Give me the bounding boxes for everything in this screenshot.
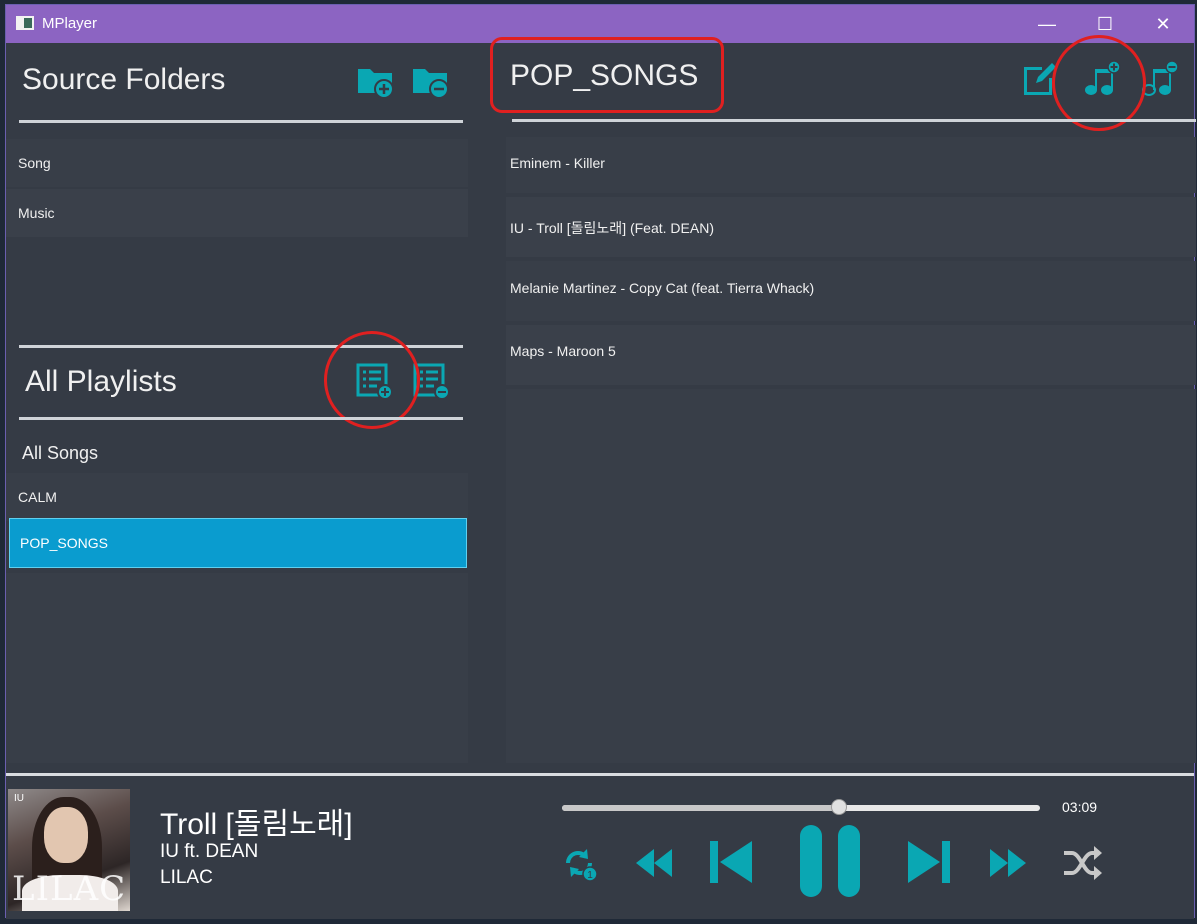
remove-folder-button[interactable] xyxy=(411,61,451,101)
playlist-item-selected[interactable]: POP_SONGS xyxy=(9,518,467,568)
all-songs-item[interactable]: All Songs xyxy=(22,443,98,464)
seek-knob[interactable] xyxy=(831,799,848,815)
folder-minus-icon xyxy=(413,69,449,99)
song-item[interactable]: Melanie Martinez - Copy Cat (feat. Tierr… xyxy=(510,280,814,296)
annotation-circle xyxy=(324,331,420,429)
divider xyxy=(19,120,463,123)
seek-bar[interactable] xyxy=(562,799,1040,815)
player-bar: IU LILAC Troll [돌림노래] IU ft. DEAN LILAC … xyxy=(6,773,1194,919)
source-folders-title: Source Folders xyxy=(22,63,226,96)
now-playing-title: Troll [돌림노래] xyxy=(160,808,353,841)
rewind-icon xyxy=(636,849,672,877)
add-folder-button[interactable] xyxy=(356,61,396,101)
list-row-bg xyxy=(506,137,1196,193)
list-row-bg xyxy=(6,189,468,237)
next-button[interactable] xyxy=(904,837,954,887)
divider xyxy=(512,119,1196,122)
now-playing-artist: IU ft. DEAN xyxy=(160,841,259,862)
seek-fill xyxy=(562,805,840,811)
time-display: 03:09 xyxy=(1062,799,1098,815)
playlist-item-label: POP_SONGS xyxy=(20,535,108,551)
previous-button[interactable] xyxy=(706,837,756,887)
pause-icon xyxy=(800,825,860,897)
forward-button[interactable] xyxy=(986,845,1030,881)
folder-plus-icon xyxy=(358,69,394,99)
shuffle-icon xyxy=(1064,846,1102,880)
album-art-small-text: IU xyxy=(14,793,24,804)
song-item[interactable]: Eminem - Killer xyxy=(510,155,605,171)
fast-forward-icon xyxy=(990,849,1026,877)
list-empty-area xyxy=(6,573,468,763)
now-playing-album: LILAC xyxy=(160,867,213,888)
album-art-text: LILAC xyxy=(12,869,127,909)
divider xyxy=(19,417,463,420)
source-folder-item[interactable]: Music xyxy=(18,205,55,221)
source-folder-item[interactable]: Song xyxy=(18,155,51,171)
right-panel: POP_SONGS Eminem - Killer IU - Troll [돌림… xyxy=(490,35,1196,773)
annotation-box xyxy=(490,37,724,113)
skip-previous-icon xyxy=(710,841,752,883)
repeat-button[interactable]: 1 xyxy=(560,843,600,883)
repeat-one-icon: 1 xyxy=(566,849,598,882)
rewind-button[interactable] xyxy=(632,845,676,881)
song-item[interactable]: Maps - Maroon 5 xyxy=(510,343,616,359)
main-content: Source Folders Song Music All Playlists … xyxy=(6,35,1196,773)
annotation-circle xyxy=(1052,35,1146,131)
window-title: MPlayer xyxy=(42,15,98,32)
minimize-button[interactable]: — xyxy=(1018,5,1076,43)
playlist-item[interactable]: CALM xyxy=(18,489,57,505)
shuffle-button[interactable] xyxy=(1060,843,1104,883)
pause-button[interactable] xyxy=(796,821,868,901)
list-empty-area xyxy=(506,389,1196,763)
left-panel: Source Folders Song Music All Playlists … xyxy=(6,43,476,773)
song-item[interactable]: IU - Troll [돌림노래] (Feat. DEAN) xyxy=(510,218,714,238)
close-button[interactable]: ✕ xyxy=(1134,5,1192,43)
remove-song-button[interactable] xyxy=(1140,59,1180,99)
app-window: MPlayer — ☐ ✕ Source Folders Song Music … xyxy=(5,4,1196,919)
svg-text:1: 1 xyxy=(587,870,593,881)
list-row-bg xyxy=(6,139,468,187)
divider xyxy=(6,773,1194,776)
album-art: IU LILAC xyxy=(8,789,130,911)
app-icon xyxy=(16,16,34,30)
music-minus-icon xyxy=(1142,60,1179,96)
skip-next-icon xyxy=(908,841,950,883)
album-art-face xyxy=(44,807,88,863)
all-playlists-title: All Playlists xyxy=(25,365,177,398)
list-row-bg xyxy=(6,473,468,521)
